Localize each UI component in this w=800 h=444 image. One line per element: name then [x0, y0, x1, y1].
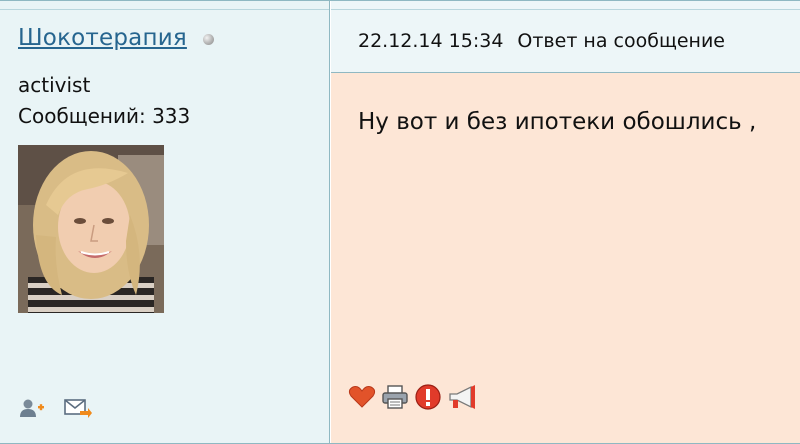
post-datetime: 22.12.14 15:34: [358, 30, 504, 52]
add-friend-icon[interactable]: [18, 397, 46, 421]
author-row: Шокотерапия: [18, 25, 214, 51]
post-count: Сообщений: 333: [18, 104, 191, 128]
author-name-link[interactable]: Шокотерапия: [18, 25, 187, 51]
post-body: Ну вот и без ипотеки обошлись ,: [358, 109, 757, 135]
heart-icon[interactable]: [348, 383, 376, 411]
offline-status-icon: [202, 33, 214, 45]
printer-icon[interactable]: [381, 383, 409, 411]
avatar: [18, 145, 164, 313]
reply-label[interactable]: Ответ на сообщение: [517, 30, 725, 52]
forum-post: Шокотерапия activist Сообщений: 333 22.1…: [0, 0, 800, 444]
post-actions: [348, 383, 481, 411]
send-message-icon[interactable]: [64, 397, 92, 421]
message-panel: 22.12.14 15:34 Ответ на сообщение Ну вот …: [331, 1, 800, 443]
megaphone-icon[interactable]: [447, 383, 481, 411]
post-header: 22.12.14 15:34 Ответ на сообщение: [331, 1, 800, 73]
author-panel: Шокотерапия activist Сообщений: 333: [0, 1, 330, 443]
post-meta: 22.12.14 15:34 Ответ на сообщение: [358, 30, 725, 52]
divider: [0, 9, 329, 10]
author-actions: [18, 397, 92, 421]
user-rank: activist: [18, 73, 91, 97]
divider: [331, 9, 800, 10]
avatar-image: [18, 145, 164, 313]
warning-icon[interactable]: [414, 383, 442, 411]
